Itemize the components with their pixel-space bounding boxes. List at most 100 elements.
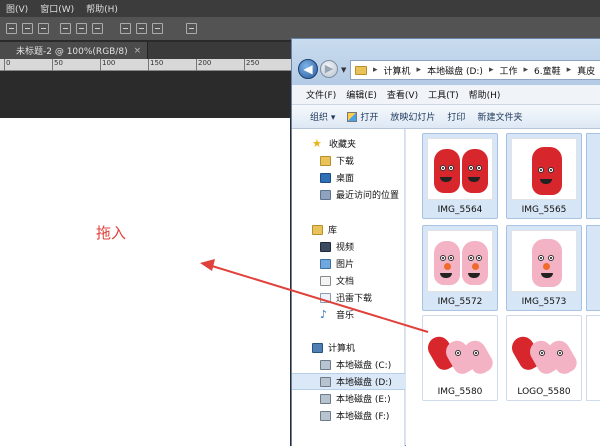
menu-edit[interactable]: 编辑(E) — [346, 88, 377, 101]
history-dropdown-icon[interactable]: ▼ — [341, 66, 346, 74]
music-icon: ♪ — [320, 307, 328, 321]
menu-help[interactable]: 帮助(H) — [469, 88, 501, 101]
address-bar[interactable]: ▸ 计算机 ▸ 本地磁盘 (D:) ▸ 工作 ▸ 6.童鞋 ▸ 真皮 — [350, 60, 600, 80]
menu-file[interactable]: 文件(F) — [306, 88, 336, 101]
nav-drive-f-label: 本地磁盘 (F:) — [336, 412, 390, 422]
nav-drive-e[interactable]: 本地磁盘 (E:) — [292, 390, 405, 407]
file-list: IMG_5564 IMG_5565 IMG_5572 IMG_5573 IMG_… — [406, 129, 600, 446]
nav-desktop[interactable]: 桌面 — [292, 169, 405, 186]
desktop-icon — [320, 172, 331, 183]
back-icon[interactable]: ◀ — [298, 59, 318, 79]
nav-videos[interactable]: 视频 — [292, 238, 405, 255]
file-thumbnail[interactable]: IMG_5565 — [506, 133, 582, 219]
thunder-download-icon — [320, 292, 331, 303]
file-name: IMG_5573 — [521, 297, 567, 307]
align-vcenter-icon[interactable] — [22, 23, 33, 34]
drive-icon — [320, 410, 331, 421]
align-bottom-icon[interactable] — [38, 23, 49, 34]
nav-drive-f[interactable]: 本地磁盘 (F:) — [292, 407, 405, 424]
open-button[interactable]: 打开 — [347, 110, 378, 123]
computer-icon — [312, 342, 323, 353]
slideshow-button[interactable]: 放映幻灯片 — [390, 110, 435, 123]
nav-drive-c-label: 本地磁盘 (C:) — [336, 361, 392, 371]
file-thumbnail-partial[interactable] — [586, 315, 600, 401]
navigation-pane: ★ 收藏夹 下载 桌面 最近访问的位置 库 视频 图片 文档 迅雷下载 ♪ 音乐… — [292, 129, 405, 446]
drag-in-annotation: 拖入 — [96, 224, 127, 242]
shoe-photo — [511, 320, 577, 382]
drive-icon — [320, 393, 331, 404]
ps-menu-help[interactable]: 帮助(H) — [86, 2, 118, 15]
nav-music[interactable]: ♪ 音乐 — [292, 306, 405, 323]
menu-tools[interactable]: 工具(T) — [428, 88, 459, 101]
align-top-icon[interactable] — [6, 23, 17, 34]
nav-documents[interactable]: 文档 — [292, 272, 405, 289]
file-thumbnail[interactable]: IMG_5564 — [422, 133, 498, 219]
ruler-label: 250 — [246, 59, 260, 67]
breadcrumb-kids-shoes[interactable]: 6.童鞋 — [534, 64, 561, 77]
file-thumbnail[interactable]: IMG_5573 — [506, 225, 582, 311]
file-name: IMG_5565 — [521, 205, 567, 215]
command-bar: 组织 ▾ 打开 放映幻灯片 打印 新建文件夹 — [292, 105, 600, 129]
nav-thunder-downloads[interactable]: 迅雷下载 — [292, 289, 405, 306]
document-tab-title: 未标题-2 @ 100%(RGB/8) — [16, 47, 128, 57]
nav-computer[interactable]: 计算机 — [292, 339, 405, 356]
ps-menubar: 图(V) 窗口(W) 帮助(H) — [0, 0, 600, 17]
file-thumbnail-partial[interactable] — [586, 133, 600, 219]
document-tab[interactable]: 未标题-2 @ 100%(RGB/8) × — [0, 42, 148, 59]
file-name: IMG_5564 — [437, 205, 483, 215]
breadcrumb-leather[interactable]: 真皮 — [577, 64, 595, 77]
nav-pictures[interactable]: 图片 — [292, 255, 405, 272]
pictures-icon — [320, 258, 331, 269]
shoe-photo — [427, 320, 493, 382]
nav-favorites-label: 收藏夹 — [329, 140, 357, 150]
close-icon[interactable]: × — [134, 46, 142, 56]
ps-menu-view[interactable]: 图(V) — [6, 2, 28, 15]
distribute-left-icon[interactable] — [120, 23, 131, 34]
nav-drive-d-label: 本地磁盘 (D:) — [336, 378, 392, 388]
breadcrumb-drive-d[interactable]: 本地磁盘 (D:) — [427, 64, 483, 77]
nav-libraries[interactable]: 库 — [292, 221, 405, 238]
documents-icon — [320, 275, 331, 286]
drive-icon — [320, 359, 331, 370]
file-thumbnail[interactable]: IMG_5572 — [422, 225, 498, 311]
file-thumbnail[interactable]: IMG_5580 — [422, 315, 498, 401]
explorer-window: ◀ ▶ ▼ ▸ 计算机 ▸ 本地磁盘 (D:) ▸ 工作 ▸ 6.童鞋 ▸ 真皮… — [291, 38, 600, 446]
ruler-label: 50 — [54, 59, 63, 67]
print-button[interactable]: 打印 — [447, 110, 465, 123]
nav-music-label: 音乐 — [336, 311, 355, 321]
nav-recent-places[interactable]: 最近访问的位置 — [292, 186, 405, 203]
organize-button[interactable]: 组织 ▾ — [310, 110, 335, 123]
breadcrumb-computer[interactable]: 计算机 — [384, 64, 411, 77]
file-thumbnail[interactable]: LOGO_5580 — [506, 315, 582, 401]
ruler-label: 150 — [150, 59, 164, 67]
ruler-label: 0 — [6, 59, 11, 67]
shoe-photo — [427, 230, 493, 292]
ruler-label: 200 — [198, 59, 212, 67]
menu-view[interactable]: 查看(V) — [387, 88, 418, 101]
file-name: LOGO_5580 — [517, 387, 571, 397]
breadcrumb-work[interactable]: 工作 — [499, 64, 517, 77]
nav-computer-label: 计算机 — [328, 344, 356, 354]
nav-favorites[interactable]: ★ 收藏夹 — [292, 135, 405, 152]
video-icon — [320, 241, 331, 252]
ruler-label: 100 — [102, 59, 116, 67]
forward-icon[interactable]: ▶ — [320, 60, 338, 78]
nav-downloads[interactable]: 下载 — [292, 152, 405, 169]
file-thumbnail-partial[interactable] — [586, 225, 600, 311]
ps-menu-window[interactable]: 窗口(W) — [40, 2, 74, 15]
auto-align-icon[interactable] — [186, 23, 197, 34]
nav-videos-label: 视频 — [336, 243, 355, 253]
open-label: 打开 — [360, 113, 379, 123]
nav-drive-d[interactable]: 本地磁盘 (D:) — [292, 373, 405, 390]
document-canvas[interactable] — [0, 118, 290, 446]
distribute-right-icon[interactable] — [152, 23, 163, 34]
distribute-vcenter-icon[interactable] — [76, 23, 87, 34]
address-row: ◀ ▶ ▼ ▸ 计算机 ▸ 本地磁盘 (D:) ▸ 工作 ▸ 6.童鞋 ▸ 真皮 — [292, 39, 600, 85]
distribute-top-icon[interactable] — [60, 23, 71, 34]
distribute-hcenter-icon[interactable] — [136, 23, 147, 34]
nav-thunder-label: 迅雷下载 — [336, 294, 373, 304]
distribute-bottom-icon[interactable] — [92, 23, 103, 34]
nav-drive-c[interactable]: 本地磁盘 (C:) — [292, 356, 405, 373]
new-folder-button[interactable]: 新建文件夹 — [477, 110, 522, 123]
nav-desktop-label: 桌面 — [336, 174, 355, 184]
